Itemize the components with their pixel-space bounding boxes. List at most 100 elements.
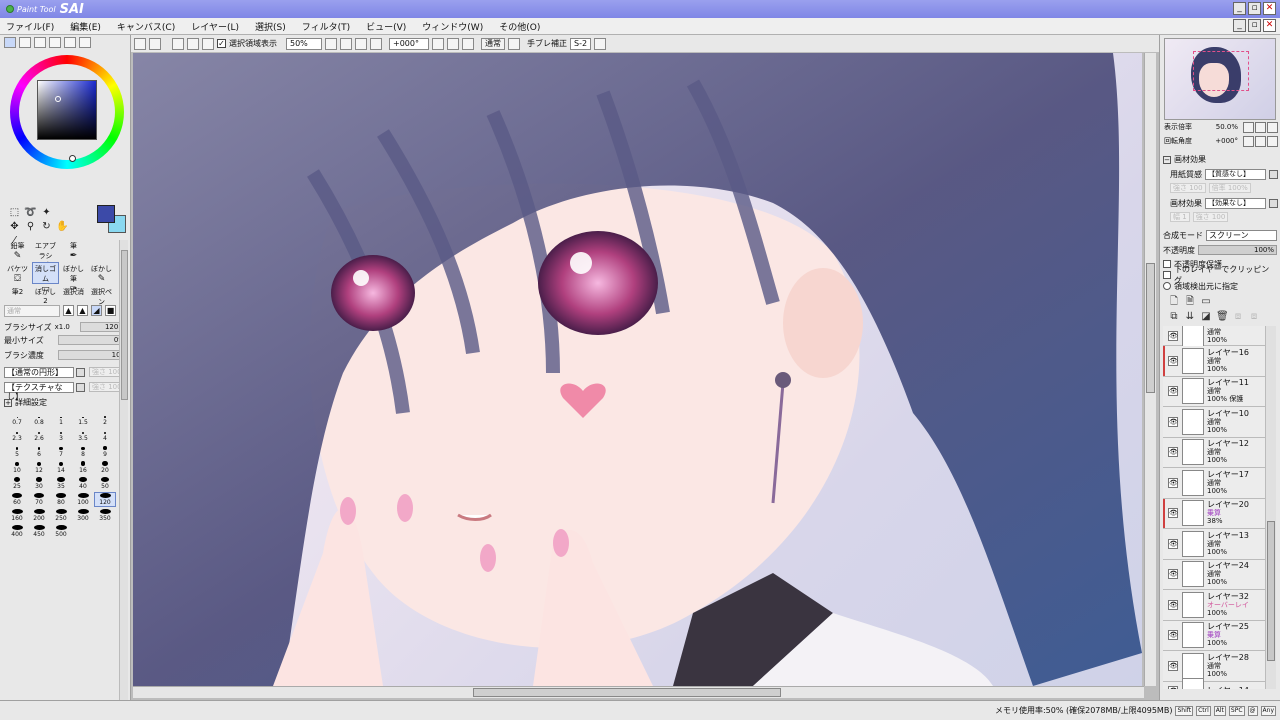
brush-size-preset[interactable]: 400 — [6, 524, 28, 539]
scroll-thumb[interactable] — [1267, 521, 1275, 661]
brush-size-preset[interactable]: 40 — [72, 476, 94, 491]
hsv-slider-mode-button[interactable] — [34, 37, 46, 48]
brush-size-preset[interactable]: 300 — [72, 508, 94, 523]
min-size-slider[interactable]: 0% — [58, 335, 128, 345]
layer-row[interactable]: 👁 レイヤー24 通常 100% — [1163, 559, 1265, 590]
layer-row[interactable]: 👁 レイヤー28 通常 100% — [1163, 651, 1265, 682]
brush-texture-dropdown-button[interactable] — [76, 382, 85, 392]
visibility-eye-icon[interactable]: 👁 — [1168, 477, 1178, 488]
brush-size-preset[interactable]: 200 — [28, 508, 50, 523]
zoom-dropdown-icon[interactable] — [325, 37, 337, 50]
brush-size-preset[interactable]: 250 — [50, 508, 72, 523]
brush-size-preset[interactable]: 0.7 — [6, 412, 28, 427]
scratchpad-mode-button[interactable] — [79, 37, 91, 48]
doc-minimize-button[interactable]: _ — [1233, 19, 1246, 32]
flip-icon[interactable] — [508, 37, 520, 50]
visibility-eye-icon[interactable]: 👁 — [1168, 630, 1178, 641]
layer-row[interactable]: 👁 通常 100% — [1163, 326, 1265, 349]
nav-zoom-value[interactable]: 50.0% — [1216, 123, 1238, 131]
brush-size-preset[interactable]: 12 — [28, 460, 50, 475]
merge-down-icon[interactable]: ⇊ — [1184, 311, 1196, 323]
visibility-eye-icon[interactable]: 👁 — [1168, 416, 1178, 427]
rotation-field[interactable]: +000° — [389, 37, 429, 50]
brush-bucket[interactable]: バケツ ⛋ — [4, 262, 31, 284]
paper-texture-dropdown[interactable]: 【質感なし】 — [1205, 168, 1266, 180]
brush-size-preset[interactable]: 14 — [50, 460, 72, 475]
minimize-button[interactable]: _ — [1233, 2, 1246, 15]
color-wheel-mode-button[interactable] — [4, 37, 16, 48]
zoom-field[interactable]: 50% — [286, 37, 322, 50]
brush-airbrush[interactable]: エアブラシ✐ — [32, 239, 59, 271]
brush-size-preset[interactable]: 5 — [6, 444, 28, 459]
brush-size-preset[interactable]: 10 — [6, 460, 28, 475]
visibility-eye-icon[interactable]: 👁 — [1168, 599, 1178, 610]
brush-size-preset[interactable]: 500 — [50, 524, 72, 539]
layer-row[interactable]: 👁 レイヤー20 乗算 38% — [1163, 498, 1265, 529]
close-button[interactable]: ✕ — [1263, 2, 1276, 15]
menu-other[interactable]: その他(O) — [499, 20, 540, 33]
maximize-button[interactable]: ▫ — [1248, 2, 1261, 15]
layer-row[interactable]: 👁 レイヤー14 — [1163, 678, 1265, 689]
brush-size-preset[interactable]: 35 — [50, 476, 72, 491]
opacity-slider[interactable]: 100% — [1198, 245, 1277, 255]
brush-size-preset[interactable]: 4 — [94, 428, 116, 443]
brush-size-preset[interactable]: 6 — [28, 444, 50, 459]
brush-pencil[interactable]: 鉛筆 ✎ — [4, 239, 31, 261]
rotate-ccw-icon[interactable] — [432, 37, 444, 50]
visibility-eye-icon[interactable]: 👁 — [1168, 686, 1178, 689]
density-slider[interactable]: 100 — [58, 350, 128, 360]
unused-icon[interactable] — [202, 37, 214, 50]
nav-zoom-in-icon[interactable] — [1255, 121, 1266, 133]
brush-blend-dropdown[interactable]: 通常 — [4, 304, 60, 317]
navigator-viewport[interactable] — [1193, 51, 1249, 91]
rotate-cw-icon[interactable] — [447, 37, 459, 50]
layer-list-scrollbar[interactable] — [1265, 326, 1276, 689]
brush-size-preset[interactable]: 3 — [50, 428, 72, 443]
paper-texture-dropdown-button[interactable] — [1269, 169, 1278, 179]
menu-layer[interactable]: レイヤー(L) — [191, 20, 239, 33]
protect-opacity-checkbox[interactable] — [1163, 260, 1171, 268]
visibility-eye-icon[interactable]: 👁 — [1168, 355, 1178, 366]
doc-restore-button[interactable]: ▫ — [1248, 19, 1261, 32]
visibility-eye-icon[interactable]: 👁 — [1168, 569, 1178, 580]
brush-blur[interactable]: ぼかし ✎ — [88, 262, 115, 284]
layer-row[interactable]: 👁 レイヤー17 通常 100% — [1163, 468, 1265, 499]
brush-size-preset[interactable]: 2.6 — [28, 428, 50, 443]
clip-below-checkbox[interactable] — [1163, 271, 1171, 279]
brush-size-preset[interactable]: 450 — [28, 524, 50, 539]
brush-size-preset[interactable]: 20 — [94, 460, 116, 475]
select-rect-icon[interactable]: ⬚ — [8, 207, 21, 219]
selection-display-checkbox[interactable]: ✓ — [217, 39, 226, 48]
new-layer-icon[interactable]: 🗋 — [1168, 296, 1180, 308]
nav-rotate-ccw-icon[interactable] — [1243, 135, 1254, 147]
brush-shape-dropdown-button[interactable] — [76, 367, 85, 377]
brush-size-preset[interactable]: 70 — [28, 492, 50, 507]
detail-settings[interactable]: + 詳細設定 — [4, 397, 47, 408]
fill-icon[interactable] — [187, 37, 199, 50]
zoom-in-icon[interactable] — [355, 37, 367, 50]
layer-row[interactable]: 👁 レイヤー11 通常 100% 保護 — [1163, 376, 1265, 407]
hue-marker[interactable] — [69, 155, 76, 162]
layer-mask-icon[interactable]: ◪ — [1200, 311, 1212, 323]
menu-view[interactable]: ビュー(V) — [366, 20, 406, 33]
brush-size-preset[interactable]: 9 — [94, 444, 116, 459]
brush-size-preset[interactable]: 80 — [50, 492, 72, 507]
scroll-thumb[interactable] — [1146, 263, 1155, 393]
menu-edit[interactable]: 編集(E) — [70, 20, 101, 33]
visibility-eye-icon[interactable]: 👁 — [1168, 386, 1178, 397]
zoom-reset-icon[interactable] — [370, 37, 382, 50]
hand-icon[interactable]: ✋ — [56, 221, 69, 233]
canvas-vertical-scrollbar[interactable] — [1144, 53, 1156, 686]
brush-size-preset[interactable]: 100 — [72, 492, 94, 507]
brush-size-preset[interactable]: 1 — [50, 412, 72, 427]
nav-zoom-fit-icon[interactable] — [1267, 121, 1278, 133]
canvas-horizontal-scrollbar[interactable] — [133, 686, 1144, 698]
brush-shape-dropdown[interactable]: 【通常の円形】 — [4, 366, 74, 378]
brush-size-preset[interactable]: 60 — [6, 492, 28, 507]
menu-canvas[interactable]: キャンバス(C) — [117, 20, 175, 33]
visibility-eye-icon[interactable]: 👁 — [1168, 447, 1178, 458]
layer-row[interactable]: 👁 レイヤー13 通常 100% — [1163, 529, 1265, 560]
magic-wand-icon[interactable]: ✦ — [40, 207, 53, 219]
copy-layer-icon[interactable]: ⧉ — [1168, 311, 1180, 323]
layer-row[interactable]: 👁 レイヤー32 オーバーレイ 100% — [1163, 590, 1265, 621]
